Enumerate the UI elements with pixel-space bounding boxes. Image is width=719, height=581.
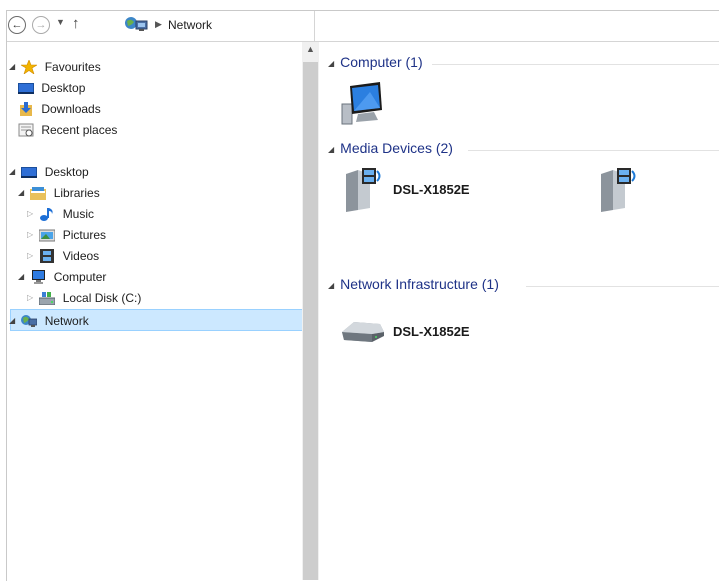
computer-item[interactable]: [340, 82, 390, 128]
media-device-item-1[interactable]: DSL-X1852E: [340, 166, 490, 216]
desktop-icon: [21, 165, 38, 179]
desktop-icon: [18, 81, 34, 95]
up-arrow-icon[interactable]: ↑: [72, 15, 80, 32]
scroll-up-icon[interactable]: ▲: [302, 44, 319, 54]
collapse-arrow-icon[interactable]: ▷: [27, 225, 36, 245]
collapse-group-icon[interactable]: ◢: [328, 59, 334, 68]
router-label: DSL-X1852E: [393, 324, 470, 339]
nav-item-local-disk[interactable]: ▷ Local Disk (C:): [27, 287, 141, 307]
media-device-item-2[interactable]: [595, 166, 645, 216]
group-divider: [468, 150, 719, 151]
router-icon: [342, 322, 384, 342]
downloads-icon: [18, 101, 34, 116]
videos-icon: [39, 248, 55, 263]
group-header-network-infrastructure[interactable]: ◢ Network Infrastructure (1): [328, 276, 719, 296]
collapse-group-icon[interactable]: ◢: [328, 145, 334, 154]
expand-arrow-icon[interactable]: ◢: [18, 267, 27, 287]
nav-item-computer[interactable]: ◢ Computer: [18, 266, 106, 286]
pictures-icon: [38, 228, 56, 242]
address-bar: ← → ▼ ↑ ▶ Network: [7, 11, 719, 42]
nav-item-recent-places[interactable]: Recent places: [18, 119, 117, 139]
nav-item-videos[interactable]: ▷ Videos: [27, 245, 99, 265]
recent-places-icon: [18, 123, 34, 137]
scrollbar-thumb[interactable]: [303, 62, 318, 580]
recent-locations-dropdown-icon[interactable]: ▼: [56, 17, 65, 27]
forward-arrow-icon[interactable]: →: [32, 16, 50, 34]
nav-item-downloads[interactable]: Downloads: [18, 98, 101, 118]
nav-item-libraries[interactable]: ◢ Libraries: [18, 182, 100, 202]
star-icon: [20, 59, 39, 75]
address-divider: [314, 11, 315, 41]
nav-item-network[interactable]: ◢ Network: [9, 310, 89, 330]
collapse-arrow-icon[interactable]: ▷: [27, 246, 36, 266]
libraries-icon: [30, 186, 47, 200]
expand-arrow-icon[interactable]: ◢: [9, 162, 18, 182]
content-pane: ◢ Computer (1) ◢ Media Devices (2) DSL-X18…: [320, 42, 719, 580]
breadcrumb-network[interactable]: Network: [168, 18, 212, 32]
media-device-label: DSL-X1852E: [393, 182, 470, 197]
music-icon: [39, 207, 55, 221]
navigation-scrollbar[interactable]: ▲: [302, 42, 319, 580]
nav-item-music[interactable]: ▷ Music: [27, 203, 94, 223]
nav-item-pictures[interactable]: ▷ Pictures: [27, 224, 106, 244]
group-divider: [432, 64, 719, 65]
local-disk-icon: [38, 291, 56, 306]
collapse-arrow-icon[interactable]: ▷: [27, 288, 36, 308]
network-icon: [21, 314, 38, 328]
expand-arrow-icon[interactable]: ◢: [9, 311, 18, 331]
computer-icon: [30, 269, 46, 284]
router-item[interactable]: DSL-X1852E: [340, 318, 490, 348]
nav-item-favourites[interactable]: ◢ Favourites: [9, 56, 101, 76]
nav-item-desktop[interactable]: Desktop: [18, 77, 85, 97]
nav-item-desktop-root[interactable]: ◢ Desktop: [9, 161, 89, 181]
group-header-media-devices[interactable]: ◢ Media Devices (2): [328, 140, 719, 160]
group-header-computer[interactable]: ◢ Computer (1): [328, 54, 719, 74]
computer-monitor-icon: [341, 82, 382, 125]
collapse-arrow-icon[interactable]: ▷: [27, 204, 36, 224]
address-path[interactable]: ▶ Network: [123, 14, 303, 36]
navigation-pane: ◢ Favourites Desktop Downloads Recent pl…: [7, 42, 306, 580]
back-arrow-icon[interactable]: ←: [8, 16, 26, 34]
collapse-group-icon[interactable]: ◢: [328, 281, 334, 290]
expand-arrow-icon[interactable]: ◢: [9, 57, 18, 77]
expand-arrow-icon[interactable]: ◢: [18, 183, 27, 203]
media-device-icon: [601, 168, 636, 212]
media-device-icon: [346, 168, 381, 212]
breadcrumb-separator-icon[interactable]: ▶: [155, 19, 162, 30]
group-divider: [526, 286, 719, 287]
network-icon: [125, 17, 148, 31]
